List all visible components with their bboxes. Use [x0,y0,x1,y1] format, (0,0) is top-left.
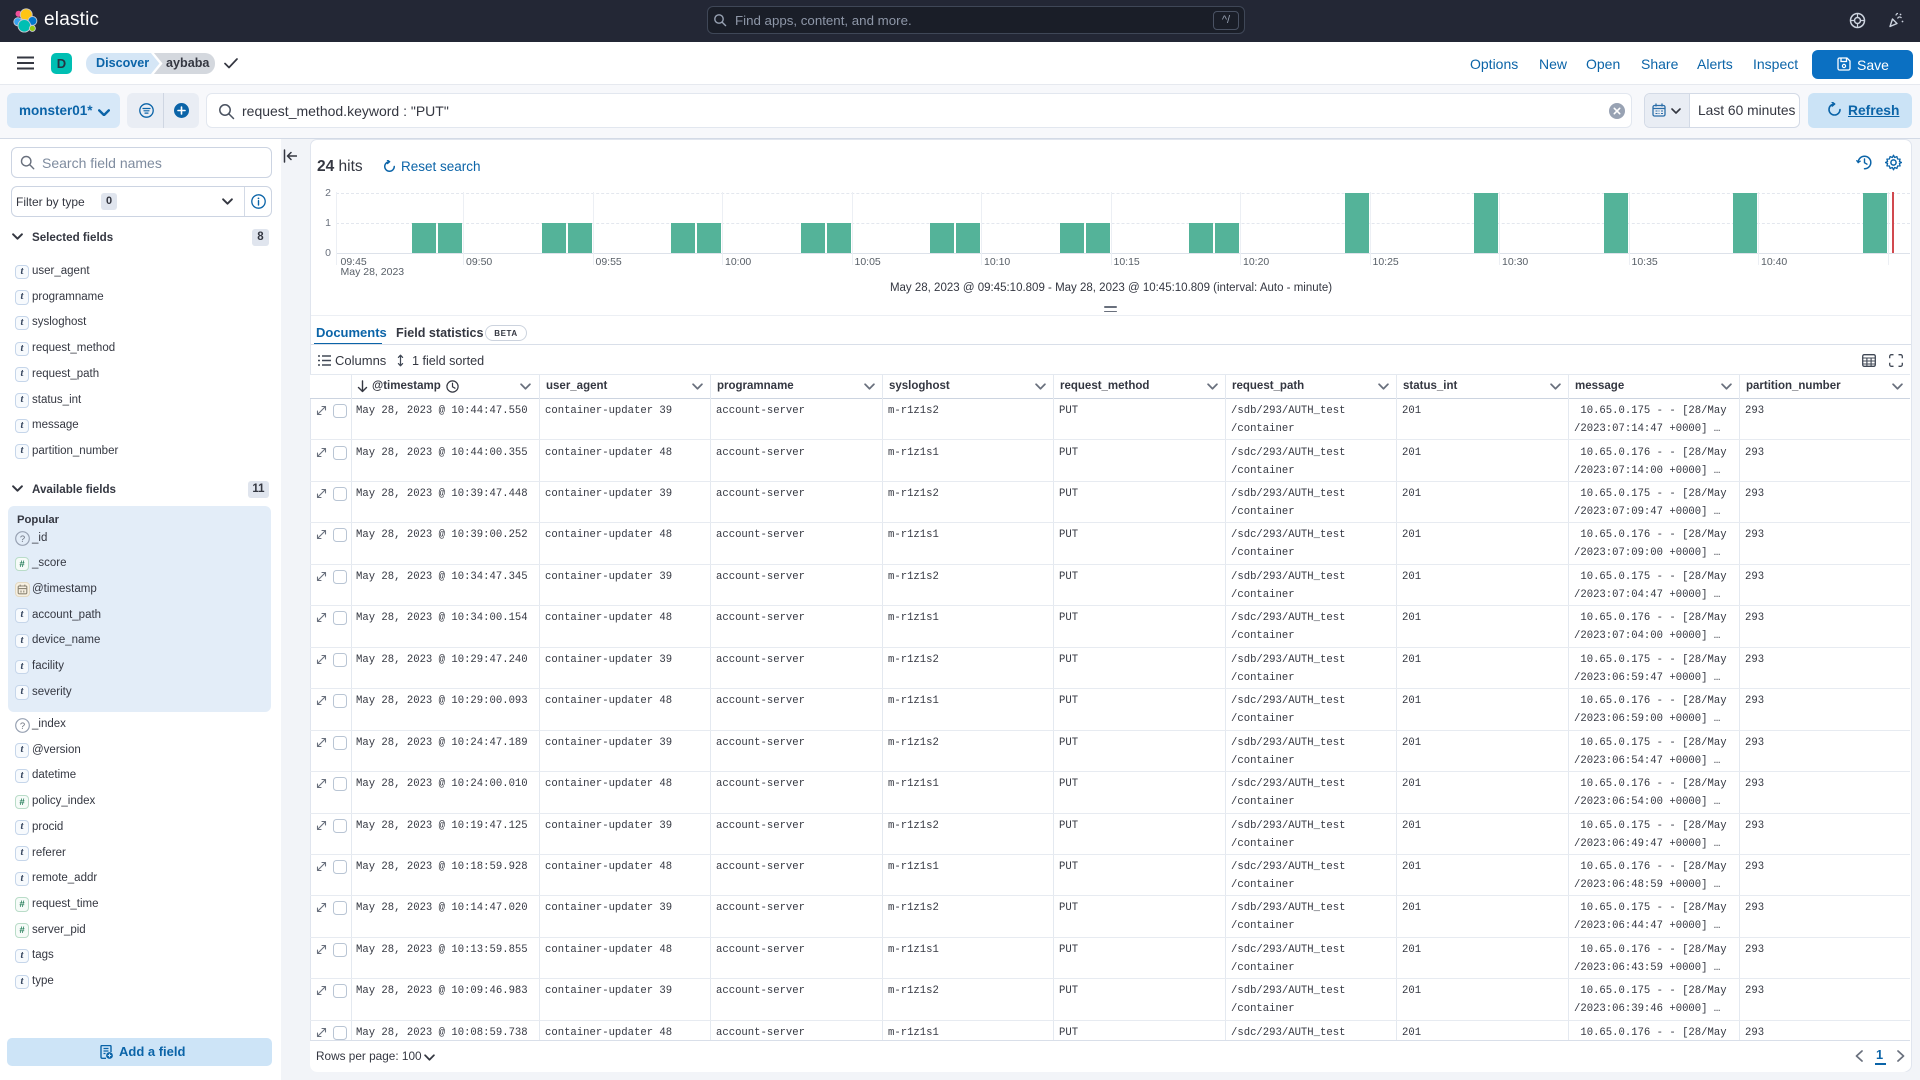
svg-text:?: ? [20,720,25,731]
svg-text:?: ? [20,534,25,545]
